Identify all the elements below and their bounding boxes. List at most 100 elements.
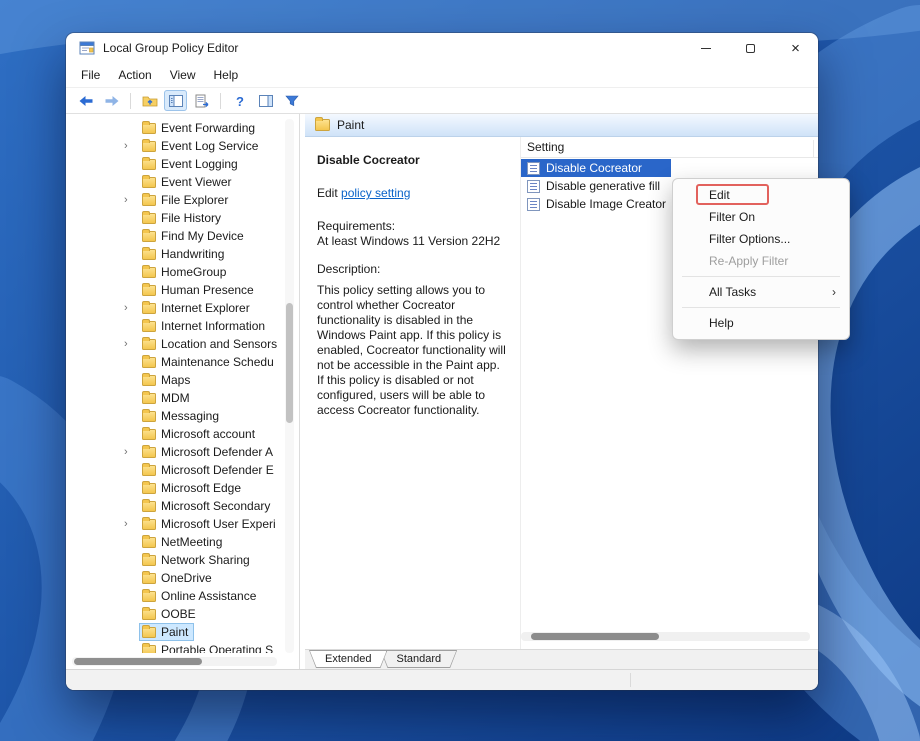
up-one-level-button[interactable] (138, 90, 161, 111)
tree-item-file-history[interactable]: File History (66, 209, 282, 227)
tab-extended[interactable]: Extended (309, 650, 387, 668)
tree-item-internet-explorer[interactable]: › Internet Explorer (66, 299, 282, 317)
tree-item-file-explorer[interactable]: ›File Explorer (66, 191, 282, 209)
chevron-right-icon[interactable]: › (124, 302, 139, 314)
show-console-tree-button[interactable] (164, 90, 187, 111)
tree-item-find-my-device[interactable]: Find My Device (66, 227, 282, 245)
policy-setting-link[interactable]: policy setting (341, 186, 410, 200)
tree-vertical-scrollbar-thumb[interactable] (286, 303, 293, 423)
tree-item-location-and-sensors[interactable]: › Location and Sensors (66, 335, 282, 353)
chevron-right-icon[interactable]: › (124, 140, 139, 152)
setting-item-label: Disable Image Creator (546, 197, 666, 211)
show-action-pane-button[interactable] (254, 90, 277, 111)
context-menu-item-all-tasks[interactable]: All Tasks› (673, 281, 849, 303)
tree-item-event-log-service[interactable]: ›Event Log Service (66, 137, 282, 155)
maximize-icon (746, 44, 755, 53)
tree-item-maintenance-schedu[interactable]: Maintenance Schedu (66, 353, 282, 371)
forward-button[interactable] (100, 90, 123, 111)
tree-item-microsoft-defender-e[interactable]: Microsoft Defender E (66, 461, 282, 479)
tree-vertical-scrollbar[interactable] (285, 119, 294, 653)
tree-item-label: Microsoft Defender A (161, 445, 273, 459)
close-icon: × (791, 41, 800, 56)
settings-horizontal-scrollbar[interactable] (521, 632, 810, 641)
tree-item-internet-information[interactable]: Internet Information (66, 317, 282, 335)
tree-horizontal-scrollbar-thumb[interactable] (74, 658, 202, 665)
help-button[interactable]: ? (228, 90, 251, 111)
tree-horizontal-scrollbar[interactable] (72, 657, 277, 666)
tree-item-online-assistance[interactable]: Online Assistance (66, 587, 282, 605)
folder-icon (142, 339, 156, 350)
context-menu-item-filter-on[interactable]: Filter On (673, 206, 849, 228)
tree-item-microsoft-edge[interactable]: Microsoft Edge (66, 479, 282, 497)
context-menu-item-label: Re-Apply Filter (709, 254, 788, 268)
menu-action[interactable]: Action (109, 64, 160, 86)
chevron-right-icon[interactable]: › (124, 194, 139, 206)
tree-item-microsoft-user-experi[interactable]: ›Microsoft User Experi (66, 515, 282, 533)
upfolder-icon (142, 93, 158, 109)
tree-item-label: Location and Sensors (161, 337, 277, 351)
folder-icon (142, 483, 156, 494)
folder-icon (142, 627, 156, 638)
context-menu-item-filter-options[interactable]: Filter Options... (673, 228, 849, 250)
tree-item-label: Network Sharing (161, 553, 250, 567)
menu-view[interactable]: View (161, 64, 205, 86)
tree-item-human-presence[interactable]: Human Presence (66, 281, 282, 299)
minimize-button[interactable] (683, 33, 728, 63)
back-icon (78, 93, 94, 109)
policy-title: Disable Cocreator (317, 153, 506, 168)
context-menu-item-edit[interactable]: Edit (673, 184, 849, 206)
close-button[interactable]: × (773, 33, 818, 63)
tree-list: Event Forwarding›Event Log ServiceEvent … (66, 119, 282, 653)
status-bar (66, 669, 818, 690)
pane-header-label: Paint (337, 118, 364, 132)
tree-item-onedrive[interactable]: OneDrive (66, 569, 282, 587)
toolbar: ? (66, 88, 818, 114)
folder-icon (142, 645, 156, 654)
export-list-button[interactable] (190, 90, 213, 111)
menu-file[interactable]: File (72, 64, 109, 86)
tree-item-network-sharing[interactable]: Network Sharing (66, 551, 282, 569)
status-bar-divider (630, 673, 631, 687)
filter-button[interactable] (280, 90, 303, 111)
tree-item-netmeeting[interactable]: NetMeeting (66, 533, 282, 551)
folder-icon (142, 285, 156, 296)
tree-item-maps[interactable]: Maps (66, 371, 282, 389)
folder-icon (142, 501, 156, 512)
settings-horizontal-scrollbar-thumb[interactable] (531, 633, 659, 640)
tree-item-handwriting[interactable]: Handwriting (66, 245, 282, 263)
exportlist-icon (194, 93, 210, 109)
maximize-button[interactable] (728, 33, 773, 63)
actionpane-icon (258, 93, 274, 109)
tree-item-label: Event Viewer (161, 175, 231, 189)
tree-item-event-forwarding[interactable]: Event Forwarding (66, 119, 282, 137)
chevron-right-icon[interactable]: › (124, 446, 139, 458)
back-button[interactable] (74, 90, 97, 111)
tree-item-messaging[interactable]: Messaging (66, 407, 282, 425)
forward-icon (104, 93, 120, 109)
setting-item-disable-cocreator[interactable]: Disable Cocreator (521, 159, 671, 177)
tree-item-oobe[interactable]: OOBE (66, 605, 282, 623)
tree-item-label: Portable Operating S (161, 643, 273, 653)
context-menu-item-help[interactable]: Help (673, 312, 849, 334)
tree-item-label: Internet Explorer (161, 301, 250, 315)
chevron-right-icon[interactable]: › (124, 518, 139, 530)
tree-item-portable-operating-s[interactable]: Portable Operating S (66, 641, 282, 653)
tree-item-paint[interactable]: Paint (66, 623, 282, 641)
policy-icon (527, 180, 540, 193)
tree-item-event-viewer[interactable]: Event Viewer (66, 173, 282, 191)
menu-help[interactable]: Help (205, 64, 248, 86)
chevron-right-icon[interactable]: › (124, 338, 139, 350)
tree-item-microsoft-account[interactable]: Microsoft account (66, 425, 282, 443)
tree-item-label: Microsoft Defender E (161, 463, 274, 477)
tree-item-microsoft-secondary[interactable]: Microsoft Secondary (66, 497, 282, 515)
tree-item-mdm[interactable]: MDM (66, 389, 282, 407)
setting-column-header[interactable]: Setting (521, 137, 818, 158)
folder-icon (315, 119, 330, 131)
tree-item-homegroup[interactable]: HomeGroup (66, 263, 282, 281)
tree-item-microsoft-defender-a[interactable]: › Microsoft Defender A (66, 443, 282, 461)
context-menu-item-label: Help (709, 316, 734, 330)
tab-standard[interactable]: Standard (380, 650, 457, 668)
tree-item-event-logging[interactable]: Event Logging (66, 155, 282, 173)
context-menu-item-label: Edit (709, 188, 730, 202)
tree-item-label: File History (161, 211, 221, 225)
